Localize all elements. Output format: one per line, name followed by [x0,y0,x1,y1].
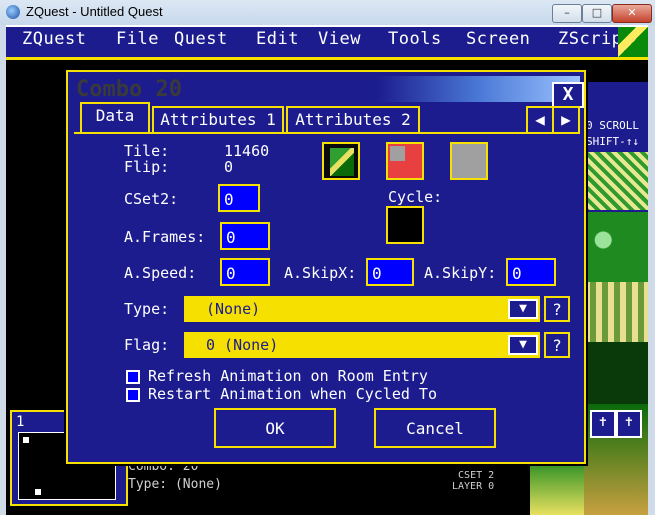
scroll-hint-line2: SHIFT-↑↓ [586,135,639,148]
cset2-label: CSet2: [124,190,179,208]
menubar: ZQuest File Quest Edit View Tools Screen… [6,25,648,59]
restart-animation-label: Restart Animation when Cycled To [148,385,437,403]
tombstone-icon: ✝ [616,410,642,438]
combo-tile-bush[interactable] [584,212,648,282]
tab-attributes-1[interactable]: Attributes 1 [152,106,284,134]
menu-view[interactable]: View [318,29,361,49]
flip-value: 0 [224,158,234,176]
chevron-down-icon[interactable]: ▼ [508,335,538,355]
type-dropdown-value: (None) [190,301,516,318]
refresh-animation-checkbox[interactable] [126,370,140,384]
dialog-title-bar[interactable]: Combo 20 X [72,76,584,108]
tombstone-icon: ✝ [590,410,616,438]
window-frame-right [648,25,655,515]
menu-file[interactable]: File [116,29,159,49]
aspeed-label: A.Speed: [124,264,197,282]
cycle-label: Cycle: [388,188,443,206]
menubar-tile-art [618,27,648,57]
menu-edit[interactable]: Edit [256,29,299,49]
flag-help-button[interactable]: ? [544,332,570,358]
askipx-label: A.SkipX: [284,264,357,282]
combo-dialog: Combo 20 X Data Attributes 1 Attributes … [66,70,586,464]
dialog-title: Combo 20 [76,77,182,102]
type-help-button[interactable]: ? [544,296,570,322]
minimap-marker [23,437,29,443]
effect-preview[interactable] [450,142,488,180]
maximize-button[interactable]: □ [582,4,612,23]
status-cset: CSET 2 [458,470,495,481]
cset2-field[interactable]: 0 [218,184,260,212]
close-window-button[interactable]: ✕ [612,4,652,23]
tab-scroll-left-button[interactable]: ◀ [526,106,554,134]
menu-screen[interactable]: Screen [466,29,530,49]
type-dropdown[interactable]: (None) ▼ [184,296,540,322]
menu-zquest[interactable]: ZQuest [22,29,86,49]
menu-tools[interactable]: Tools [388,29,442,49]
dialog-close-button[interactable]: X [552,82,584,108]
window-title: ZQuest - Untitled Quest [26,4,163,19]
combo-tile-tree-small [530,458,584,515]
menu-zscript[interactable]: ZScrip [558,29,622,49]
askipy-field[interactable]: 0 [506,258,556,286]
status-layer: LAYER 0 [452,481,495,492]
aframes-field[interactable]: 0 [220,222,270,250]
tab-scroll-right-button[interactable]: ▶ [552,106,580,134]
restart-animation-checkbox[interactable] [126,388,140,402]
minimap-layer-label: 1 [16,414,25,430]
aspeed-field[interactable]: 0 [220,258,270,286]
minimap-marker [35,489,41,495]
type-label: Type: [124,300,170,318]
tab-data[interactable]: Data [80,102,150,134]
refresh-animation-label: Refresh Animation on Room Entry [148,367,428,385]
aframes-label: A.Frames: [124,228,206,246]
solidity-preview[interactable] [386,142,424,180]
askipx-field[interactable]: 0 [366,258,414,286]
scroll-hint: 0 SCROLL SHIFT-↑↓ [586,118,639,150]
map-border [6,57,648,60]
combo-tile-rock[interactable] [584,282,648,342]
app-icon [6,5,20,19]
ok-button[interactable]: OK [214,408,336,448]
minimize-button[interactable]: – [552,4,582,23]
scroll-hint-line1: 0 SCROLL [586,119,639,132]
tile-preview[interactable] [322,142,360,180]
cancel-button[interactable]: Cancel [374,408,496,448]
cycle-preview[interactable] [386,206,424,244]
tab-attributes-2[interactable]: Attributes 2 [286,106,420,134]
status-right: CSET 2 LAYER 0 [452,470,494,492]
flag-dropdown-value: 0 (None) [190,337,516,354]
status-type: Type: (None) [128,477,222,492]
combo-tile-dark[interactable] [584,342,648,404]
tab-divider [74,132,578,134]
menu-quest[interactable]: Quest [174,29,228,49]
flag-label: Flag: [124,336,170,354]
flip-label: Flip: [124,158,170,176]
flag-dropdown[interactable]: 0 (None) ▼ [184,332,540,358]
askipy-label: A.SkipY: [424,264,497,282]
os-title-bar: ZQuest - Untitled Quest – □ ✕ [0,0,655,26]
chevron-down-icon[interactable]: ▼ [508,299,538,319]
combo-tile-grass[interactable] [584,152,648,210]
